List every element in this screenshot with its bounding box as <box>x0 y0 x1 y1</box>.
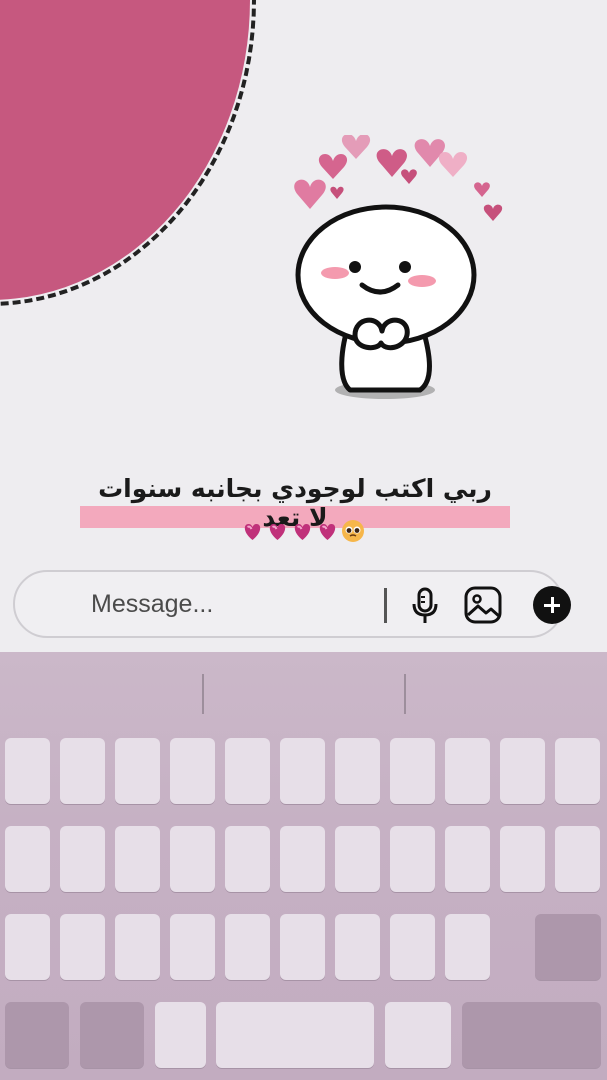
keyboard-key[interactable] <box>216 1002 374 1068</box>
keyboard-key[interactable] <box>225 826 270 892</box>
keyboard-key[interactable] <box>462 1002 601 1068</box>
keyboard-key[interactable] <box>155 1002 206 1068</box>
dashed-outline-decoration <box>0 0 256 306</box>
keyboard-key[interactable] <box>115 826 160 892</box>
keyboard-key[interactable] <box>170 914 215 980</box>
keyboard-key[interactable] <box>60 826 105 892</box>
keyboard-key[interactable] <box>80 1002 144 1068</box>
keyboard <box>0 652 607 1080</box>
keyboard-key[interactable] <box>5 1002 69 1068</box>
keyboard-key[interactable] <box>60 914 105 980</box>
keyboard-key[interactable] <box>5 826 50 892</box>
keyboard-key[interactable] <box>445 914 490 980</box>
keyboard-key[interactable] <box>225 738 270 804</box>
message-composer[interactable]: Message... <box>13 570 571 638</box>
keyboard-key[interactable] <box>555 826 600 892</box>
keyboard-key[interactable] <box>225 914 270 980</box>
text-cursor <box>384 588 387 623</box>
keyboard-key[interactable] <box>115 914 160 980</box>
keyboard-key[interactable] <box>280 826 325 892</box>
keyboard-key[interactable] <box>500 826 545 892</box>
revolving-hearts-icon <box>294 524 311 540</box>
keyboard-key[interactable] <box>280 914 325 980</box>
keyboard-key[interactable] <box>170 738 215 804</box>
keyboard-key[interactable] <box>390 738 435 804</box>
keyboard-key[interactable] <box>335 826 380 892</box>
keyboard-key[interactable] <box>385 1002 451 1068</box>
keyboard-key[interactable] <box>5 738 50 804</box>
microphone-icon[interactable] <box>410 586 440 626</box>
cute-character-sticker <box>294 135 503 399</box>
message-input[interactable]: Message... <box>91 590 213 619</box>
pleading-face-icon <box>342 520 364 542</box>
emoji-row <box>240 515 365 547</box>
keyboard-key[interactable] <box>335 738 380 804</box>
revolving-hearts-icon <box>269 524 286 540</box>
keyboard-key[interactable] <box>445 738 490 804</box>
keyboard-key[interactable] <box>445 826 490 892</box>
keyboard-key[interactable] <box>280 738 325 804</box>
keyboard-key[interactable] <box>500 738 545 804</box>
keyboard-key[interactable] <box>170 826 215 892</box>
suggestion-divider <box>202 674 204 714</box>
keyboard-key[interactable] <box>535 914 601 980</box>
keyboard-key[interactable] <box>335 914 380 980</box>
background-wallpaper: ربي اكتب لوجودي بجانبه سنوات لا تعد Mess… <box>0 0 607 652</box>
suggestion-divider <box>404 674 406 714</box>
plus-icon[interactable] <box>533 586 571 624</box>
keyboard-key[interactable] <box>60 738 105 804</box>
revolving-hearts-icon <box>319 524 336 540</box>
keyboard-key[interactable] <box>555 738 600 804</box>
revolving-hearts-icon <box>244 524 261 540</box>
keyboard-key[interactable] <box>115 738 160 804</box>
gallery-icon[interactable] <box>463 585 503 625</box>
keyboard-key[interactable] <box>390 914 435 980</box>
keyboard-key[interactable] <box>5 914 50 980</box>
keyboard-key[interactable] <box>390 826 435 892</box>
